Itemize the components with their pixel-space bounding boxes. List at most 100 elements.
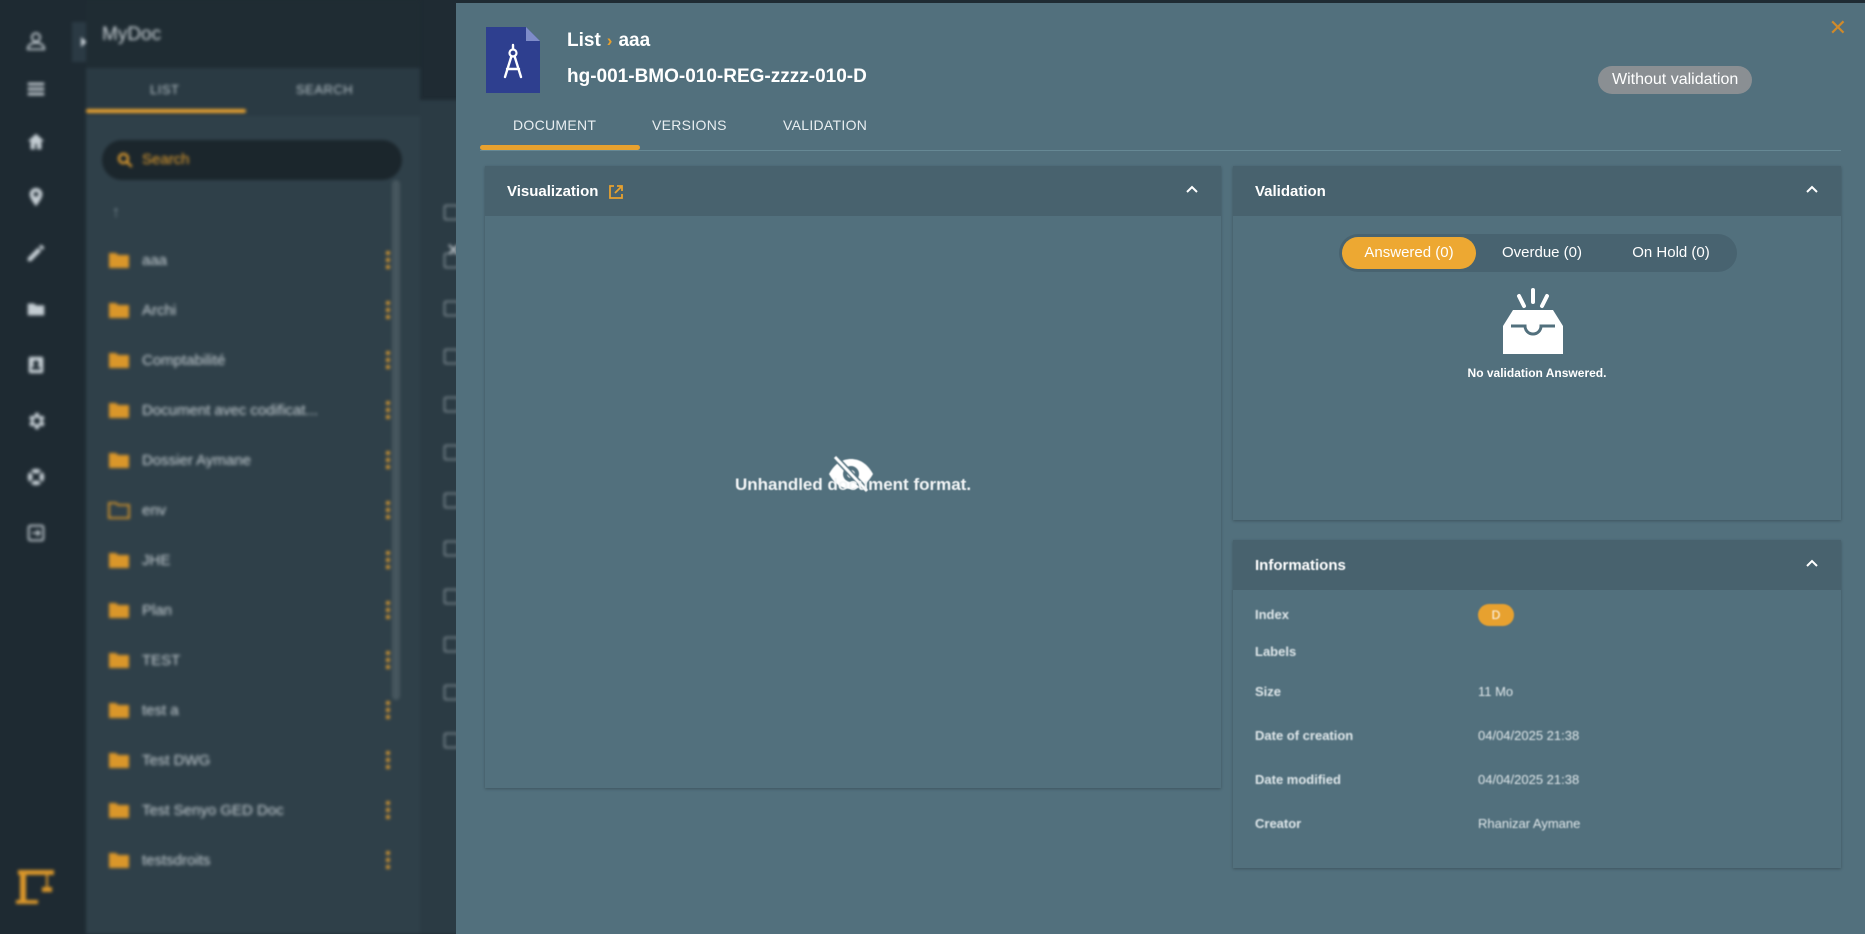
more-options-icon[interactable] <box>386 301 390 321</box>
more-options-icon[interactable] <box>386 601 390 621</box>
info-value-size: 11 Mo <box>1478 684 1514 699</box>
folder-name: Comptabilité <box>142 352 226 369</box>
pencil-icon[interactable] <box>25 242 47 264</box>
info-value-modified-date: 04/04/2025 21:38 <box>1478 772 1580 787</box>
folder-item[interactable]: Test DWG <box>108 747 408 777</box>
open-external-icon[interactable] <box>608 184 624 200</box>
folder-name: Dossier Aymane <box>142 452 251 469</box>
search-input[interactable]: Search <box>102 140 402 180</box>
folder-item[interactable]: Document avec codificat... <box>108 397 408 427</box>
collapse-chevron-icon[interactable] <box>1805 556 1819 570</box>
user-icon[interactable] <box>25 30 47 52</box>
folder-name: TEST <box>142 652 181 669</box>
validation-filter-toggle: Answered (0) Overdue (0) On Hold (0) <box>1339 234 1737 272</box>
more-options-icon[interactable] <box>386 751 390 771</box>
tab-document[interactable]: DOCUMENT <box>513 117 596 133</box>
folder-icon <box>109 803 129 818</box>
folder-item[interactable]: testsdroits <box>108 847 408 877</box>
folder-item[interactable]: env <box>108 497 408 527</box>
empty-inbox-icon <box>1503 288 1563 354</box>
contact-card-icon[interactable] <box>25 354 47 376</box>
document-table-edge: ✕ <box>420 100 461 934</box>
panel-header: MyDoc <box>86 0 420 68</box>
close-modal-button[interactable]: ✕ <box>1829 17 1847 39</box>
support-icon[interactable] <box>25 466 47 488</box>
info-value-creator: Rhanizar Aymane <box>1478 816 1581 831</box>
info-label-creator: Creator <box>1255 816 1302 831</box>
folder-item[interactable]: JHE <box>108 547 408 577</box>
crane-logo-icon <box>16 870 54 904</box>
tab-search[interactable]: SEARCH <box>296 82 353 97</box>
collapse-chevron-icon[interactable] <box>1805 182 1819 196</box>
collapse-chevron-icon[interactable] <box>1185 182 1199 196</box>
unsupported-format-message: Unhandled document format. <box>734 475 972 494</box>
folder-icon[interactable] <box>25 298 47 320</box>
filter-answered[interactable]: Answered (0) <box>1342 237 1476 269</box>
folder-icon <box>109 453 129 468</box>
more-options-icon[interactable] <box>386 651 390 671</box>
folder-icon <box>109 603 129 618</box>
tab-list[interactable]: LIST <box>150 82 179 97</box>
folder-icon <box>109 403 129 418</box>
home-icon[interactable] <box>25 131 47 153</box>
more-options-icon[interactable] <box>386 351 390 371</box>
gear-icon[interactable] <box>25 410 47 432</box>
more-options-icon[interactable] <box>386 701 390 721</box>
folder-item[interactable]: Test Senyo GED Doc <box>108 797 408 827</box>
more-options-icon[interactable] <box>386 401 390 421</box>
document-name: hg-001-BMO-010-REG-zzzz-010-D <box>567 66 867 87</box>
informations-header[interactable]: Informations <box>1233 540 1841 590</box>
folder-item[interactable]: test a <box>108 697 408 727</box>
folder-name: Test DWG <box>142 752 211 769</box>
folder-item[interactable]: Archi <box>108 297 408 327</box>
folder-item[interactable]: TEST <box>108 647 408 677</box>
status-badge: Without validation <box>1598 66 1753 94</box>
info-label-modified-date: Date modified <box>1255 772 1341 787</box>
breadcrumb-root[interactable]: List <box>567 30 601 52</box>
visualization-title-wrap: Visualization <box>507 183 624 200</box>
more-options-icon[interactable] <box>386 851 390 871</box>
filter-overdue[interactable]: Overdue (0) <box>1476 237 1608 269</box>
modal-tabs: DOCUMENT VERSIONS VALIDATION <box>480 111 1841 151</box>
folder-name: aaa <box>142 252 168 269</box>
informations-title: Informations <box>1255 557 1346 574</box>
filter-on-hold[interactable]: On Hold (0) <box>1608 237 1734 269</box>
parent-folder-button[interactable]: ↑ <box>112 204 120 222</box>
folder-scrollbar[interactable] <box>392 180 400 700</box>
more-options-icon[interactable] <box>386 801 390 821</box>
more-options-icon[interactable] <box>386 501 390 521</box>
more-options-icon[interactable] <box>386 451 390 471</box>
folder-item[interactable]: Dossier Aymane <box>108 447 408 477</box>
breadcrumb-current[interactable]: aaa <box>618 30 650 52</box>
folder-name: env <box>142 502 167 519</box>
folder-item[interactable]: Comptabilité <box>108 347 408 377</box>
validation-card: Validation Answered (0) Overdue (0) On H… <box>1233 166 1841 520</box>
tab-versions[interactable]: VERSIONS <box>652 117 727 133</box>
folder-icon <box>109 553 129 568</box>
visualization-header[interactable]: Visualization <box>485 166 1221 216</box>
folder-icon <box>109 303 129 318</box>
more-options-icon[interactable] <box>386 251 390 271</box>
validation-header[interactable]: Validation <box>1233 166 1841 216</box>
active-tab-underline <box>86 109 246 113</box>
visualization-card: Visualization Unhandled document format. <box>485 166 1221 788</box>
folder-item[interactable]: aaa <box>108 247 408 277</box>
more-options-icon[interactable] <box>386 551 390 571</box>
info-label-index: Index <box>1255 607 1289 622</box>
document-detail-modal: ✕ List › aaa hg-001-BMO-010-REG-zzzz-010… <box>456 3 1865 934</box>
folder-name: test a <box>142 702 179 719</box>
info-value-creation-date: 04/04/2025 21:38 <box>1478 728 1580 743</box>
info-label-labels: Labels <box>1255 644 1297 659</box>
location-icon[interactable] <box>25 186 47 208</box>
info-label-size: Size <box>1255 684 1282 699</box>
folder-icon <box>109 753 129 768</box>
search-placeholder: Search <box>142 151 190 168</box>
list-icon[interactable] <box>25 78 47 100</box>
folder-name: Plan <box>142 602 173 619</box>
folder-item[interactable]: Plan <box>108 597 408 627</box>
tab-validation[interactable]: VALIDATION <box>783 117 867 133</box>
visualization-title: Visualization <box>507 183 599 200</box>
nav-rail <box>0 0 96 934</box>
exit-icon[interactable] <box>25 522 47 544</box>
folder-name: Test Senyo GED Doc <box>142 802 284 819</box>
